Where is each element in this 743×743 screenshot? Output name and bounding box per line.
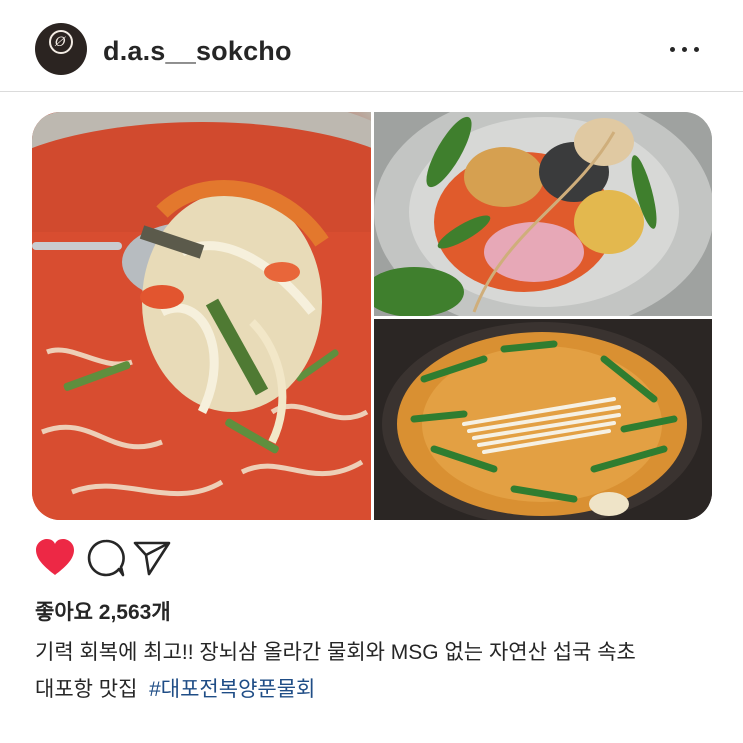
heart-icon[interactable]: [34, 538, 74, 578]
photo-mussel-soup: [374, 319, 712, 520]
comment-bubble-icon[interactable]: [86, 538, 126, 578]
caption-line-1: 기력 회복에 최고!! 장뇌삼 올라간 물회와 MSG 없는 자연산 섭국 속초: [35, 641, 636, 664]
avatar[interactable]: Ø: [35, 23, 87, 75]
post-photo[interactable]: [32, 112, 712, 520]
avatar-logo-mark: Ø: [55, 35, 66, 50]
username[interactable]: d.a.s__sokcho: [103, 36, 292, 67]
photo-raw-fish-bowl: [374, 112, 712, 316]
likes-count[interactable]: 좋아요 2,563개: [35, 596, 171, 626]
hashtag-link[interactable]: #대포전복양푼물회: [149, 678, 315, 701]
post-caption: 기력 회복에 최고!! 장뇌삼 올라간 물회와 MSG 없는 자연산 섭국 속초…: [35, 634, 725, 708]
caption-line-2: 대포항 맛집 #대포전복양푼물회: [35, 671, 725, 708]
caption-text: 대포항 맛집: [35, 678, 138, 701]
action-bar: [34, 538, 174, 578]
paper-plane-icon[interactable]: [132, 538, 172, 578]
post-header: Ø d.a.s__sokcho: [0, 0, 743, 92]
more-options-icon[interactable]: [670, 47, 704, 55]
photo-spoon-stew: [32, 112, 371, 520]
